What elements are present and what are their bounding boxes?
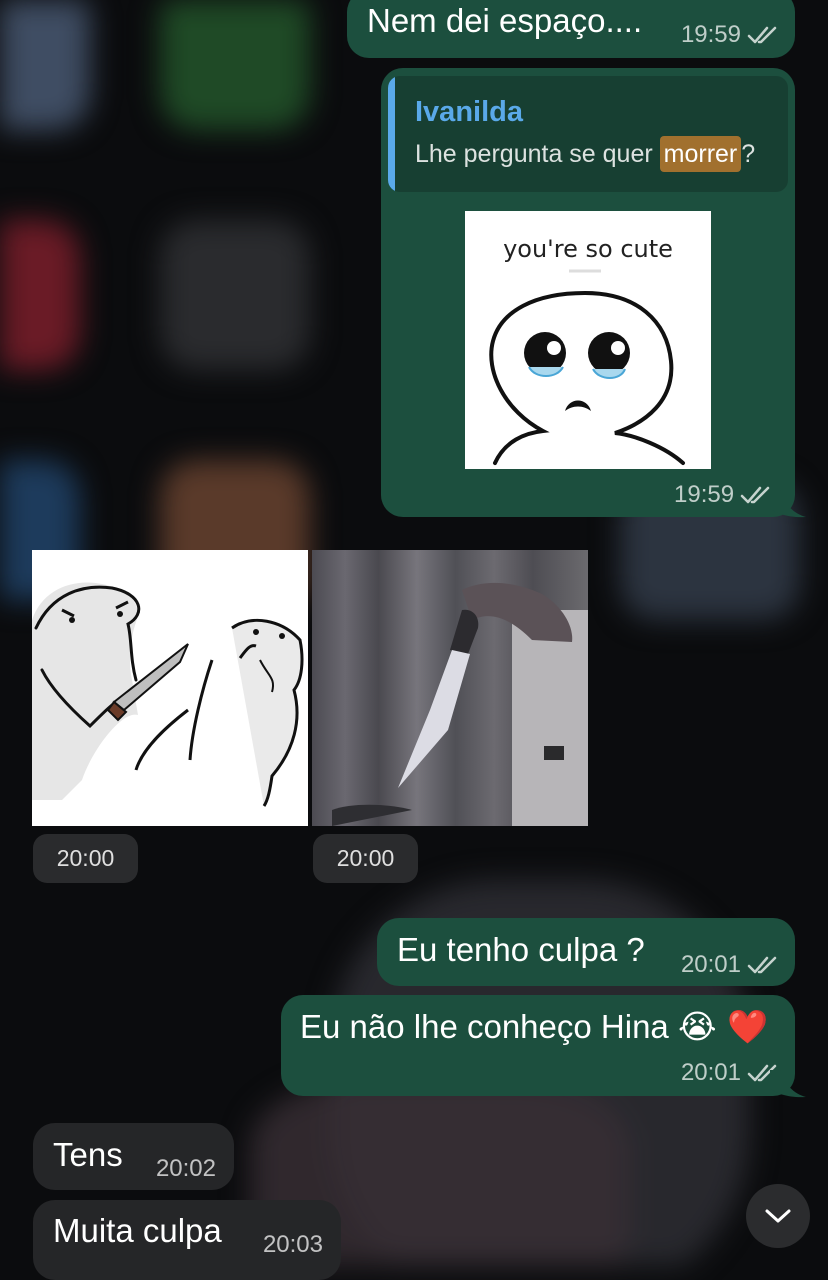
reply-sender: Ivanilda [415,96,523,128]
message-text: Eu não lhe conheço Hina 😭 ❤️ [300,1007,769,1046]
message-time: 19:59 [680,21,741,48]
bubble-tail [770,1070,806,1098]
reply-preview[interactable]: Ivanilda Lhe pergunta se quer morrer? [388,76,788,192]
chevron-down-icon [765,1209,791,1223]
message-meta: 19:59 [681,21,779,49]
message-meta: 20:01 [681,951,779,979]
double-check-icon [747,956,777,974]
emoji: 😭 ❤️ [677,1007,769,1046]
reply-quote: Lhe pergunta se quer morrer? [415,136,755,172]
sticker-image[interactable]: you're so cute [465,211,711,469]
message-bubble[interactable]: Eu tenho culpa ? 20:01 [377,918,795,986]
message-time: 20:02 [155,1155,216,1182]
message-time: 20:00 [33,834,138,883]
message-text: Nem dei espaço.... [367,2,643,39]
message-time: 20:01 [680,1059,741,1086]
sticker-image[interactable] [32,550,308,826]
message-time: 19:59 [674,481,735,508]
knife-photo-shapes [332,582,588,826]
message-time: 20:00 [313,834,418,883]
double-check-icon [747,26,777,44]
message-text: Eu tenho culpa ? [397,931,645,968]
bubble-tail [770,490,806,518]
message-text: Muita culpa [53,1212,222,1249]
double-check-icon [740,486,770,504]
message-time: 20:01 [680,951,741,978]
message-bubble[interactable]: Eu não lhe conheço Hina 😭 ❤️ 20:01 [281,995,795,1096]
search-highlight: morrer [659,136,742,172]
photo-image[interactable] [312,550,588,826]
message-meta: 20:01 [681,1059,779,1087]
message-text: Tens [53,1136,123,1173]
scroll-down-button[interactable] [746,1184,810,1248]
message-bubble[interactable]: Muita culpa 20:03 [33,1200,341,1280]
crying-face-drawing [489,269,685,465]
message-bubble[interactable]: Tens 20:02 [33,1123,234,1190]
message-bubble[interactable]: Nem dei espaço.... 19:59 [347,0,795,58]
knife-sticker-drawing [32,582,304,807]
message-time: 20:03 [262,1231,323,1258]
reply-accent-bar [388,76,395,192]
message-meta: 19:59 [674,481,772,509]
